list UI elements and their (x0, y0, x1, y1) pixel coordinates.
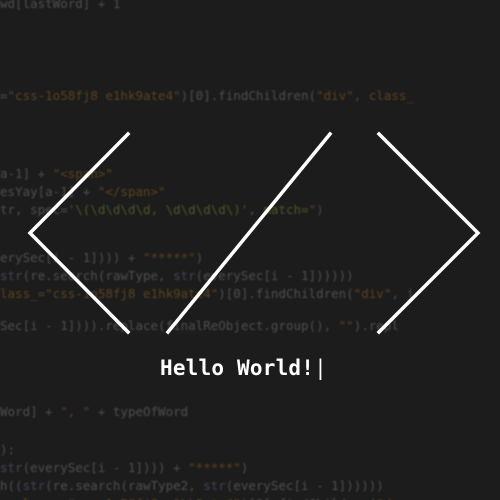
hello-world-caption: Hello World!| (160, 356, 327, 380)
text-cursor: | (314, 356, 327, 380)
right-angle-bracket (376, 131, 481, 335)
caption-text: Hello World! (160, 356, 315, 380)
code-wallpaper: wd[lastWord] + 1 ="css-1o58fj8 e1hk9ate4"… (0, 0, 500, 500)
slash-stroke (165, 131, 333, 335)
code-brackets-icon (27, 131, 481, 335)
left-angle-bracket (27, 131, 131, 335)
